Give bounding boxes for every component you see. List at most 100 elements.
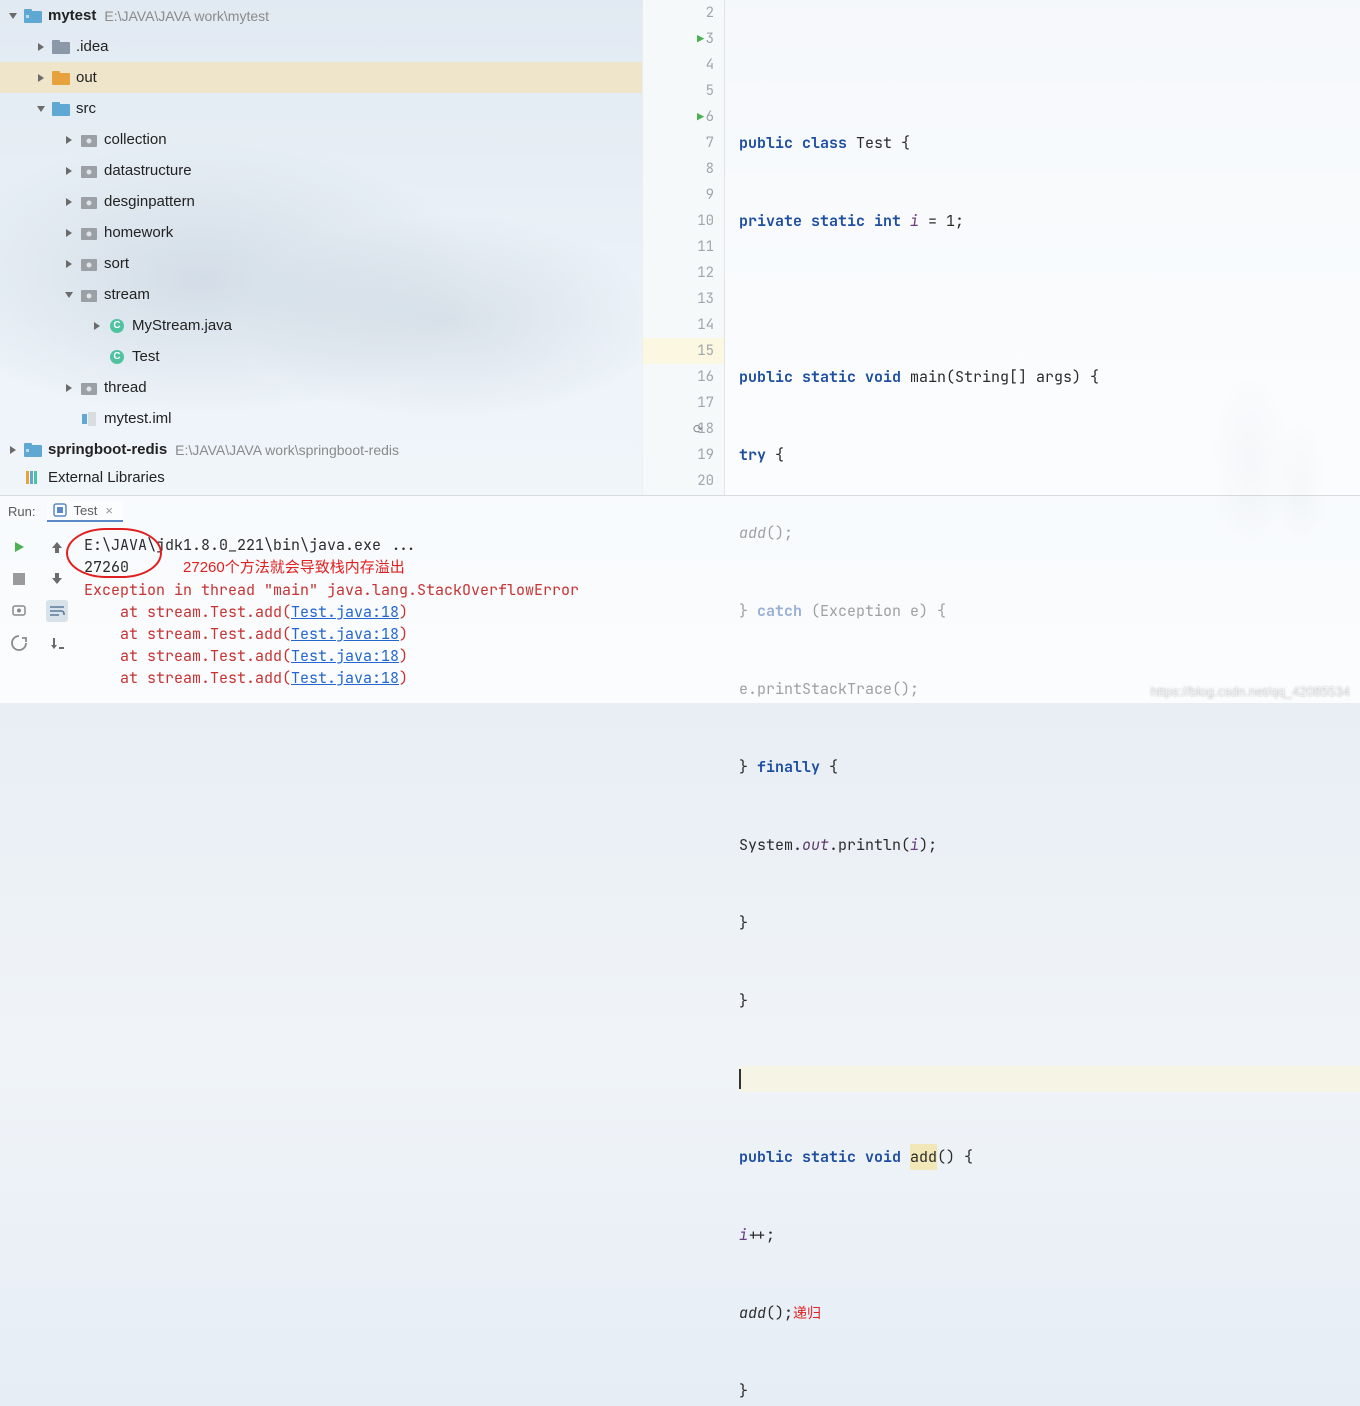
- annotation-recursive: 递归: [793, 1300, 821, 1326]
- run-toolbar-inner: [38, 526, 76, 703]
- libraries-icon: [24, 470, 42, 486]
- tree-label: out: [76, 69, 97, 86]
- line-number: 7: [706, 134, 714, 152]
- chevron-right-icon[interactable]: [62, 257, 76, 271]
- tree-file-mystream[interactable]: C MyStream.java: [0, 310, 642, 341]
- tree-pkg-desginpattern[interactable]: desginpattern: [0, 186, 642, 217]
- line-number: 20: [697, 472, 714, 490]
- dump-button[interactable]: [8, 600, 30, 622]
- run-gutter-icon[interactable]: ▶: [697, 31, 704, 47]
- rerun-button[interactable]: [8, 536, 30, 558]
- line-number: 4: [706, 56, 714, 74]
- tree-out[interactable]: out: [0, 62, 642, 93]
- java-class-icon: C: [108, 318, 126, 334]
- chevron-right-icon[interactable]: [62, 133, 76, 147]
- run-gutter-icon[interactable]: ▶: [697, 109, 704, 125]
- recursive-gutter-icon[interactable]: ⟳: [693, 421, 703, 437]
- module-folder-icon: [24, 8, 42, 24]
- package-icon: [80, 287, 98, 303]
- tree-pkg-sort[interactable]: sort: [0, 248, 642, 279]
- line-number: 9: [706, 186, 714, 204]
- chevron-right-icon[interactable]: [6, 443, 20, 457]
- run-label: Run:: [8, 504, 35, 519]
- line-number: 3: [706, 30, 714, 48]
- code-area[interactable]: public class Test { private static int i…: [725, 0, 1360, 495]
- tree-label: collection: [104, 131, 167, 148]
- scroll-to-end-button[interactable]: [46, 632, 68, 654]
- editor-gutter[interactable]: 2 3▶ 4 5 6▶ 7 8 9 10 11 12 13 14 15 16 1…: [643, 0, 725, 495]
- stack-link[interactable]: Test.java:18: [291, 646, 399, 666]
- tree-src[interactable]: src: [0, 93, 642, 124]
- tree-file-test[interactable]: C Test: [0, 341, 642, 372]
- stack-link[interactable]: Test.java:18: [291, 668, 399, 688]
- stack-link[interactable]: Test.java:18: [291, 624, 399, 644]
- package-icon: [80, 225, 98, 241]
- tree-label: sort: [104, 255, 129, 272]
- package-icon: [80, 132, 98, 148]
- line-number: 17: [697, 394, 714, 412]
- tree-path: E:\JAVA\JAVA work\springboot-redis: [175, 442, 399, 458]
- chevron-down-icon[interactable]: [34, 102, 48, 116]
- tree-external-libraries[interactable]: External Libraries: [0, 465, 642, 490]
- tree-label: Test: [132, 348, 160, 365]
- chevron-right-icon[interactable]: [34, 40, 48, 54]
- annotation-text: 27260个方法就会导致栈内存溢出: [183, 559, 405, 576]
- line-number: 15: [697, 342, 714, 360]
- code-editor[interactable]: 2 3▶ 4 5 6▶ 7 8 9 10 11 12 13 14 15 16 1…: [642, 0, 1360, 495]
- tree-pkg-stream[interactable]: stream: [0, 279, 642, 310]
- module-folder-icon: [24, 442, 42, 458]
- tree-label: src: [76, 100, 96, 117]
- tree-label: homework: [104, 224, 173, 241]
- package-icon: [80, 380, 98, 396]
- console-output[interactable]: E:\JAVA\jdk1.8.0_221\bin\java.exe ... 27…: [76, 526, 1360, 703]
- exit-button[interactable]: [8, 632, 30, 654]
- watermark: https://blog.csdn.net/qq_42085534: [1151, 684, 1351, 699]
- line-number: 16: [697, 368, 714, 386]
- source-folder-icon: [52, 101, 70, 117]
- stop-button[interactable]: [8, 568, 30, 590]
- chevron-right-icon[interactable]: [62, 226, 76, 240]
- chevron-right-icon[interactable]: [62, 195, 76, 209]
- run-toolbar-left: [0, 526, 38, 703]
- tree-label: .idea: [76, 38, 109, 55]
- tree-pkg-collection[interactable]: collection: [0, 124, 642, 155]
- chevron-right-icon[interactable]: [34, 71, 48, 85]
- chevron-down-icon[interactable]: [62, 288, 76, 302]
- java-class-icon: C: [108, 349, 126, 365]
- tree-pkg-datastructure[interactable]: datastructure: [0, 155, 642, 186]
- package-icon: [80, 194, 98, 210]
- chevron-down-icon[interactable]: [6, 9, 20, 23]
- soft-wrap-button[interactable]: [46, 600, 68, 622]
- down-button[interactable]: [46, 568, 68, 590]
- tree-path: E:\JAVA\JAVA work\mytest: [104, 8, 269, 24]
- tree-pkg-thread[interactable]: thread: [0, 372, 642, 403]
- chevron-right-icon[interactable]: [62, 164, 76, 178]
- up-button[interactable]: [46, 536, 68, 558]
- tree-label: MyStream.java: [132, 317, 232, 334]
- close-icon[interactable]: ×: [105, 503, 113, 518]
- tree-label: stream: [104, 286, 150, 303]
- tree-iml[interactable]: mytest.iml: [0, 403, 642, 434]
- tree-label: mytest: [48, 7, 96, 24]
- line-number: 11: [697, 238, 714, 256]
- line-number: 2: [706, 4, 714, 22]
- chevron-right-icon[interactable]: [90, 319, 104, 333]
- tree-pkg-homework[interactable]: homework: [0, 217, 642, 248]
- line-number: 10: [697, 212, 714, 230]
- line-number: 13: [697, 290, 714, 308]
- line-number: 12: [697, 264, 714, 282]
- caret: [739, 1069, 741, 1089]
- console-count: 27260: [84, 557, 129, 577]
- run-tab-label: Test: [73, 503, 97, 518]
- tree-label: External Libraries: [48, 469, 165, 486]
- run-tool-window[interactable]: Run: Test × E:\JAVA\jdk1.8.0_221\bin\jav…: [0, 495, 1360, 703]
- chevron-right-icon[interactable]: [62, 381, 76, 395]
- run-tab-test[interactable]: Test ×: [47, 501, 122, 522]
- tree-idea[interactable]: .idea: [0, 31, 642, 62]
- tree-module-springboot-redis[interactable]: springboot-redis E:\JAVA\JAVA work\sprin…: [0, 434, 642, 465]
- folder-icon: [52, 39, 70, 55]
- tree-root-mytest[interactable]: mytest E:\JAVA\JAVA work\mytest: [0, 0, 642, 31]
- tree-label: datastructure: [104, 162, 192, 179]
- project-tree[interactable]: mytest E:\JAVA\JAVA work\mytest .idea ou…: [0, 0, 642, 495]
- stack-link[interactable]: Test.java:18: [291, 602, 399, 622]
